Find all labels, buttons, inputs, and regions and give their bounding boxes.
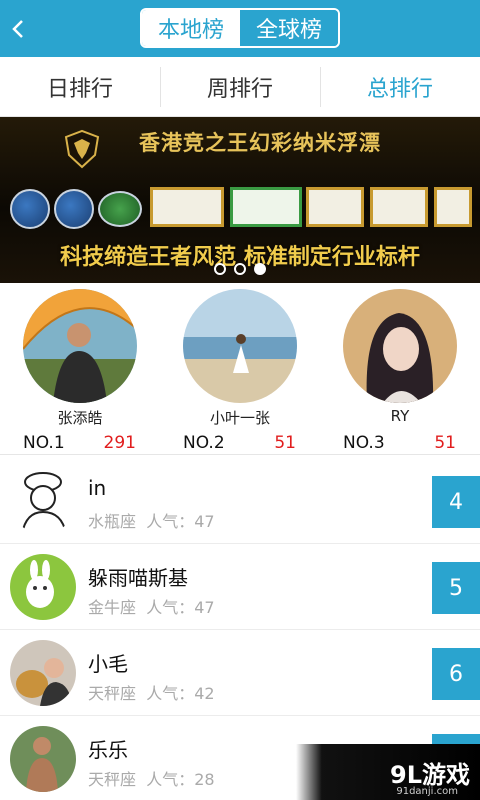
item-name: 乐乐 — [88, 738, 128, 762]
popularity-value: 47 — [194, 512, 215, 531]
list-item[interactable]: in 水瓶座 人气：47 4 — [0, 458, 480, 544]
certificate-icon — [306, 187, 364, 227]
zodiac: 水瓶座 — [88, 512, 137, 531]
certificate-icon — [434, 187, 472, 227]
list-item[interactable]: 躲雨喵斯基 金牛座 人气：47 5 — [0, 544, 480, 630]
avatar[interactable] — [10, 726, 76, 792]
carousel-indicator — [0, 263, 480, 275]
watermark-url: 91danji.com — [396, 786, 458, 797]
popularity-label: 人气： — [146, 512, 195, 531]
scope-switch: 本地榜 全球榜 — [140, 8, 340, 48]
period-tabs: 日排行 周排行 总排行 — [0, 57, 480, 117]
podium-rank: NO.3 — [343, 433, 385, 453]
top-bar: 本地榜 全球榜 — [0, 0, 480, 57]
podium-name: RY — [390, 407, 410, 425]
certificate-icon — [370, 187, 428, 227]
avatar[interactable] — [10, 468, 76, 534]
item-name: in — [88, 476, 107, 500]
podium-card-3[interactable]: RY NO.3 51 — [320, 289, 480, 455]
zodiac: 天秤座 — [88, 684, 137, 703]
zodiac: 天秤座 — [88, 770, 137, 789]
avatar[interactable] — [343, 289, 457, 403]
podium-score: 51 — [274, 433, 296, 453]
carousel-dot-active[interactable] — [254, 263, 266, 275]
list-item[interactable]: 小毛 天秤座 人气：42 6 — [0, 630, 480, 716]
rank-badge: 6 — [432, 648, 480, 700]
item-name: 小毛 — [88, 652, 128, 676]
ad-banner[interactable]: 香港竞之王幻彩纳米浮漂 科技缔造王者风范 标准制定行业标杆 — [0, 117, 480, 283]
tab-global-board[interactable]: 全球榜 — [240, 10, 338, 46]
avatar[interactable] — [10, 640, 76, 706]
certificate-icon — [150, 187, 224, 227]
back-button[interactable] — [0, 0, 36, 57]
popularity-value: 42 — [194, 684, 215, 703]
popularity-label: 人气： — [146, 598, 195, 617]
carousel-dot[interactable] — [214, 263, 226, 275]
rank-badge: 4 — [432, 476, 480, 528]
podium-card-1[interactable]: 张添皓 NO.1 291 — [0, 289, 160, 455]
certificate-icon — [230, 187, 302, 227]
podium-name: 张添皓 — [57, 409, 103, 427]
badge-icon — [98, 191, 142, 227]
item-subtitle: 天秤座 人气：28 — [88, 766, 215, 790]
popularity-label: 人气： — [146, 770, 195, 789]
top-three-podium: 张添皓 NO.1 291 小叶一张 NO.2 51 RY NO.3 51 — [0, 283, 480, 455]
chevron-left-icon — [12, 19, 23, 38]
popularity-value: 28 — [194, 770, 215, 789]
rank-badge: 5 — [432, 562, 480, 614]
tab-total[interactable]: 总排行 — [320, 57, 480, 116]
item-subtitle: 金牛座 人气：47 — [88, 594, 215, 618]
podium-name: 小叶一张 — [209, 409, 270, 427]
avatar[interactable] — [23, 289, 137, 403]
avatar[interactable] — [10, 554, 76, 620]
podium-rank: NO.1 — [23, 433, 65, 453]
tab-weekly[interactable]: 周排行 — [160, 57, 320, 116]
badge-icon — [10, 189, 50, 229]
podium-rank: NO.2 — [183, 433, 225, 453]
zodiac: 金牛座 — [88, 598, 137, 617]
item-subtitle: 天秤座 人气：42 — [88, 680, 215, 704]
watermark-text: 9L游戏 — [390, 760, 470, 789]
item-subtitle: 水瓶座 人气：47 — [88, 508, 215, 532]
popularity-label: 人气： — [146, 684, 195, 703]
podium-score: 51 — [434, 433, 456, 453]
tab-local-board[interactable]: 本地榜 — [142, 10, 240, 46]
carousel-dot[interactable] — [234, 263, 246, 275]
podium-card-2[interactable]: 小叶一张 NO.2 51 — [160, 289, 320, 455]
avatar[interactable] — [183, 289, 297, 403]
popularity-value: 47 — [194, 598, 215, 617]
tab-daily[interactable]: 日排行 — [0, 57, 160, 116]
certificate-row — [8, 183, 472, 241]
badge-icon — [54, 189, 94, 229]
item-name: 躲雨喵斯基 — [88, 566, 188, 590]
banner-title: 香港竞之王幻彩纳米浮漂 — [139, 131, 381, 155]
podium-score: 291 — [103, 433, 136, 453]
site-watermark: 9L游戏 91danji.com — [296, 744, 480, 800]
